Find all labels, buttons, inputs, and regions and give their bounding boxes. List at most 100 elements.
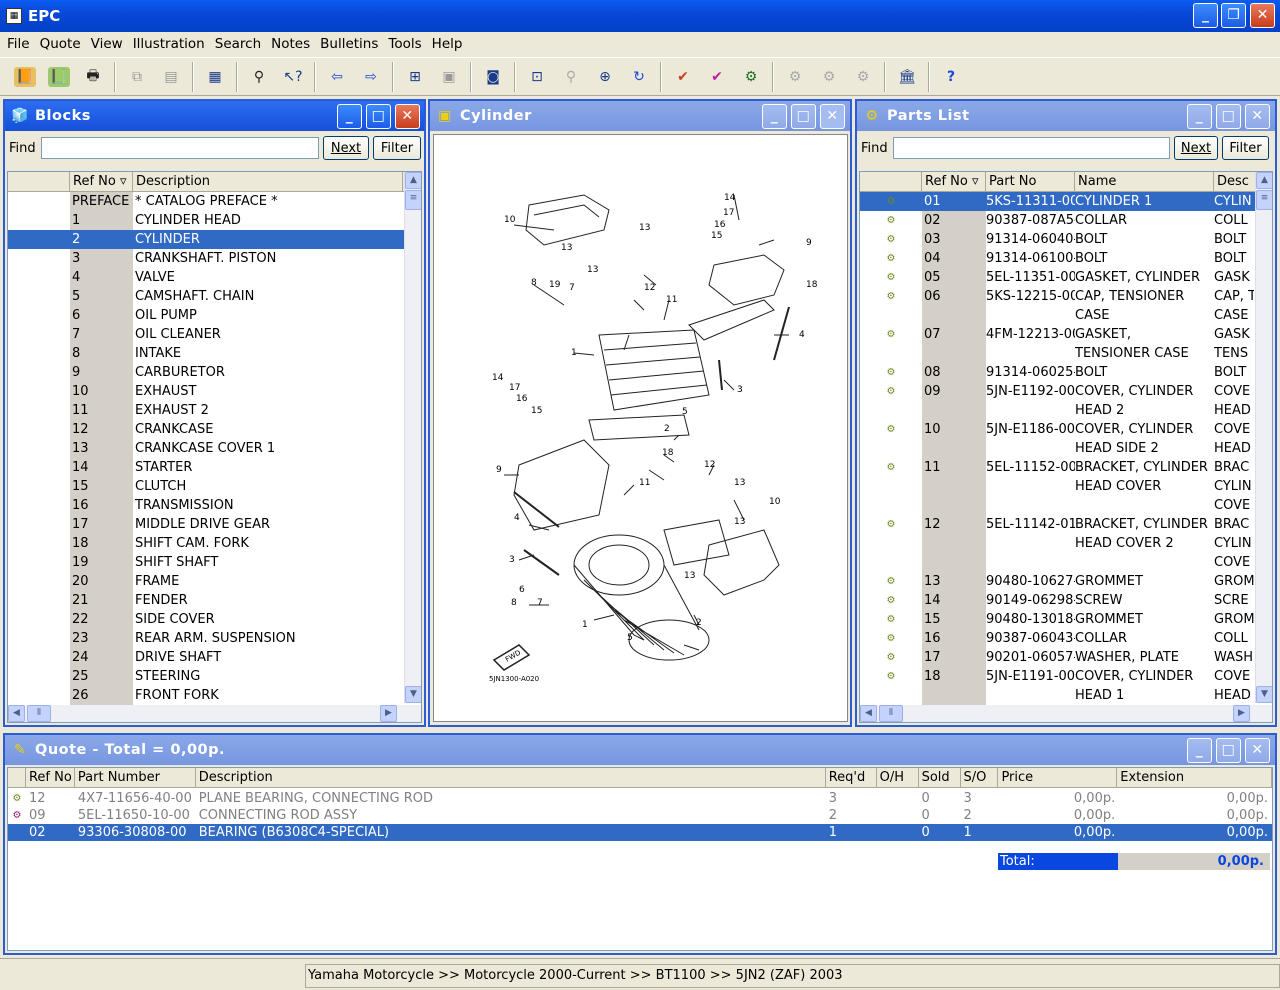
blocks-row[interactable]: 14 STARTER [8,458,421,477]
quote-header-sold[interactable]: Sold [919,768,961,787]
quote-minimize-button[interactable]: _ [1187,738,1212,763]
blocks-close-button[interactable]: ✕ [395,104,420,129]
cylinder-minimize-button[interactable]: _ [762,104,787,129]
parts-row[interactable]: ⚙0391314-06040-0BOLTBOLT [860,230,1272,249]
parts-filter-button[interactable]: Filter [1222,136,1269,160]
parts-header-name[interactable]: Name [1075,172,1214,191]
blocks-row[interactable]: 12 CRANKCASE [8,420,421,439]
parts-row[interactable]: TENSIONER CASE TENS [860,344,1272,363]
find-button[interactable]: ⚲ [244,62,274,92]
blocks-header-desc[interactable]: Description [133,172,403,191]
blocks-row[interactable]: 13 CRANKCASE COVER 1 [8,439,421,458]
blocks-row[interactable]: PREFACE * CATALOG PREFACE * [8,192,421,211]
tile-button[interactable]: ⊞ [400,62,430,92]
window-titlebar[interactable]: ▦ EPC _ ❐ ✕ [0,0,1280,32]
parts-minimize-button[interactable]: _ [1187,104,1212,129]
add-quote-button[interactable]: ✔ [668,62,698,92]
open-book-button[interactable]: 📗 [44,62,74,92]
quote-header-ref[interactable]: Ref No [26,768,75,787]
parts-row[interactable]: ⚙ 185JN-E1191-00-0COVER, CYLINDER COVE [860,667,1272,686]
minimize-button[interactable]: _ [1193,3,1218,28]
back-button[interactable]: ⇦ [322,62,352,92]
parts-row[interactable]: HEAD SIDE 2 HEAD [860,439,1272,458]
parts-row[interactable]: ⚙ 055EL-11351-00-0GASKET, CYLINDER GASK [860,268,1272,287]
parts-row[interactable]: ⚙ 125EL-11142-01-0BRACKET, CYLINDER BRAC [860,515,1272,534]
blocks-row[interactable]: 11 EXHAUST 2 [8,401,421,420]
help-button[interactable]: ? [936,62,966,92]
parts-next-button[interactable]: Next [1174,136,1218,160]
parts-titlebar[interactable]: ⚙ Parts List _ □ ✕ [857,101,1275,131]
context-help-button[interactable]: ↖? [278,62,308,92]
quote-header-reqd[interactable]: Req'd [826,768,877,787]
scroll-thumb[interactable]: ≡ [405,190,421,210]
blocks-header-ref[interactable]: Ref No ▿ [70,172,133,191]
quote-header-so[interactable]: S/O [961,768,999,787]
quote-row[interactable]: ⚙ 09 5EL-11650-10-00 CONNECTING ROD ASSY 2 0 2… [8,807,1272,824]
scroll-thumb[interactable]: ≡ [1256,190,1272,210]
parts-hscrollbar[interactable]: ◀ ⦀ ▶ [860,705,1272,722]
blocks-next-button[interactable]: Next [323,136,369,160]
menu-view[interactable]: View [86,36,128,52]
restore-button[interactable]: ❐ [1221,3,1246,28]
quote-header-ext[interactable]: Extension [1117,768,1272,787]
refresh-button[interactable]: ↻ [624,62,654,92]
parts-close-button[interactable]: ✕ [1245,104,1270,129]
preview-button[interactable]: ◙ [478,62,508,92]
cylinder-titlebar[interactable]: ▣ Cylinder _ □ ✕ [430,101,850,131]
blocks-row[interactable]: 24 DRIVE SHAFT [8,648,421,667]
zoom-out-button[interactable]: ⚲ [556,62,586,92]
blocks-hscrollbar[interactable]: ◀ ⦀ ▶ [8,705,421,722]
parts-row[interactable]: HEAD 1 HEAD [860,686,1272,705]
blocks-row[interactable]: 6 OIL PUMP [8,306,421,325]
quote-header-desc[interactable]: Description [196,768,826,787]
blocks-row[interactable]: 4 VALVE [8,268,421,287]
print-button[interactable]: 🖶 [78,62,108,92]
blocks-row[interactable]: 16 TRANSMISSION [8,496,421,515]
menu-file[interactable]: File [2,36,35,52]
blocks-row[interactable]: 23 REAR ARM. SUSPENSION [8,629,421,648]
menu-tools[interactable]: Tools [383,36,426,52]
blocks-find-input[interactable] [41,137,319,159]
blocks-row[interactable]: 15 CLUTCH [8,477,421,496]
hscroll-thumb[interactable]: ⦀ [27,705,51,722]
zoom-in-button[interactable]: ⊕ [590,62,620,92]
parts-row[interactable]: ⚙0491314-06100-0BOLTBOLT [860,249,1272,268]
parts-row[interactable]: HEAD 2 HEAD [860,401,1272,420]
cylinder-close-button[interactable]: ✕ [820,104,845,129]
quote-row[interactable]: 02 93306-30808-00 BEARING (B6308C4-SPECIAL… [8,824,1272,841]
blocks-vscrollbar[interactable]: ▲ ≡ ▼ [404,172,421,703]
close-button[interactable]: ✕ [1250,3,1275,28]
blocks-row[interactable]: 8 INTAKE [8,344,421,363]
menu-quote[interactable]: Quote [35,36,86,52]
quote-maximize-button[interactable]: □ [1216,738,1241,763]
parts-row[interactable]: COVE [860,496,1272,515]
parts-row[interactable]: ⚙ 1790201-06057-0WASHER, PLATE WASH [860,648,1272,667]
blocks-row[interactable]: 19 SHIFT SHAFT [8,553,421,572]
scroll-up-icon[interactable]: ▲ [405,172,421,189]
quote-header-part[interactable]: Part Number [75,768,196,787]
menu-bulletins[interactable]: Bulletins [315,36,383,52]
blocks-row[interactable]: 7 OIL CLEANER [8,325,421,344]
parts-maximize-button[interactable]: □ [1216,104,1241,129]
blocks-row[interactable]: 9 CARBURETOR [8,363,421,382]
blocks-row[interactable]: 22 SIDE COVER [8,610,421,629]
list-view-button[interactable]: ▦ [200,62,230,92]
parts-row[interactable]: ⚙0891314-06025-0BOLTBOLT [860,363,1272,382]
menu-help[interactable]: Help [427,36,468,52]
tool-c-button[interactable]: ⚙ [848,62,878,92]
parts-vscrollbar[interactable]: ▲ ≡ ▼ [1255,172,1272,703]
blocks-row[interactable]: 10 EXHAUST [8,382,421,401]
cascade-button[interactable]: ▣ [434,62,464,92]
quote-header-price[interactable]: Price [998,768,1118,787]
blocks-minimize-button[interactable]: _ [337,104,362,129]
blocks-row[interactable]: 26 FRONT FORK [8,686,421,705]
parts-row[interactable]: CASE CASE [860,306,1272,325]
tool-a-button[interactable]: ⚙ [780,62,810,92]
cylinder-maximize-button[interactable]: □ [791,104,816,129]
illustration-canvas[interactable]: 14 17 16 15 10 13 9 13 12 13 8 19 7 11 1… [433,134,848,722]
blocks-row[interactable]: 1 CYLINDER HEAD [8,211,421,230]
blocks-row[interactable]: 18 SHIFT CAM. FORK [8,534,421,553]
fit-button[interactable]: ⊡ [522,62,552,92]
parts-header-ref[interactable]: Ref No ▿ [922,172,986,191]
parts-row[interactable]: ⚙ 0290387-087A5-0COLLAR COLL [860,211,1272,230]
